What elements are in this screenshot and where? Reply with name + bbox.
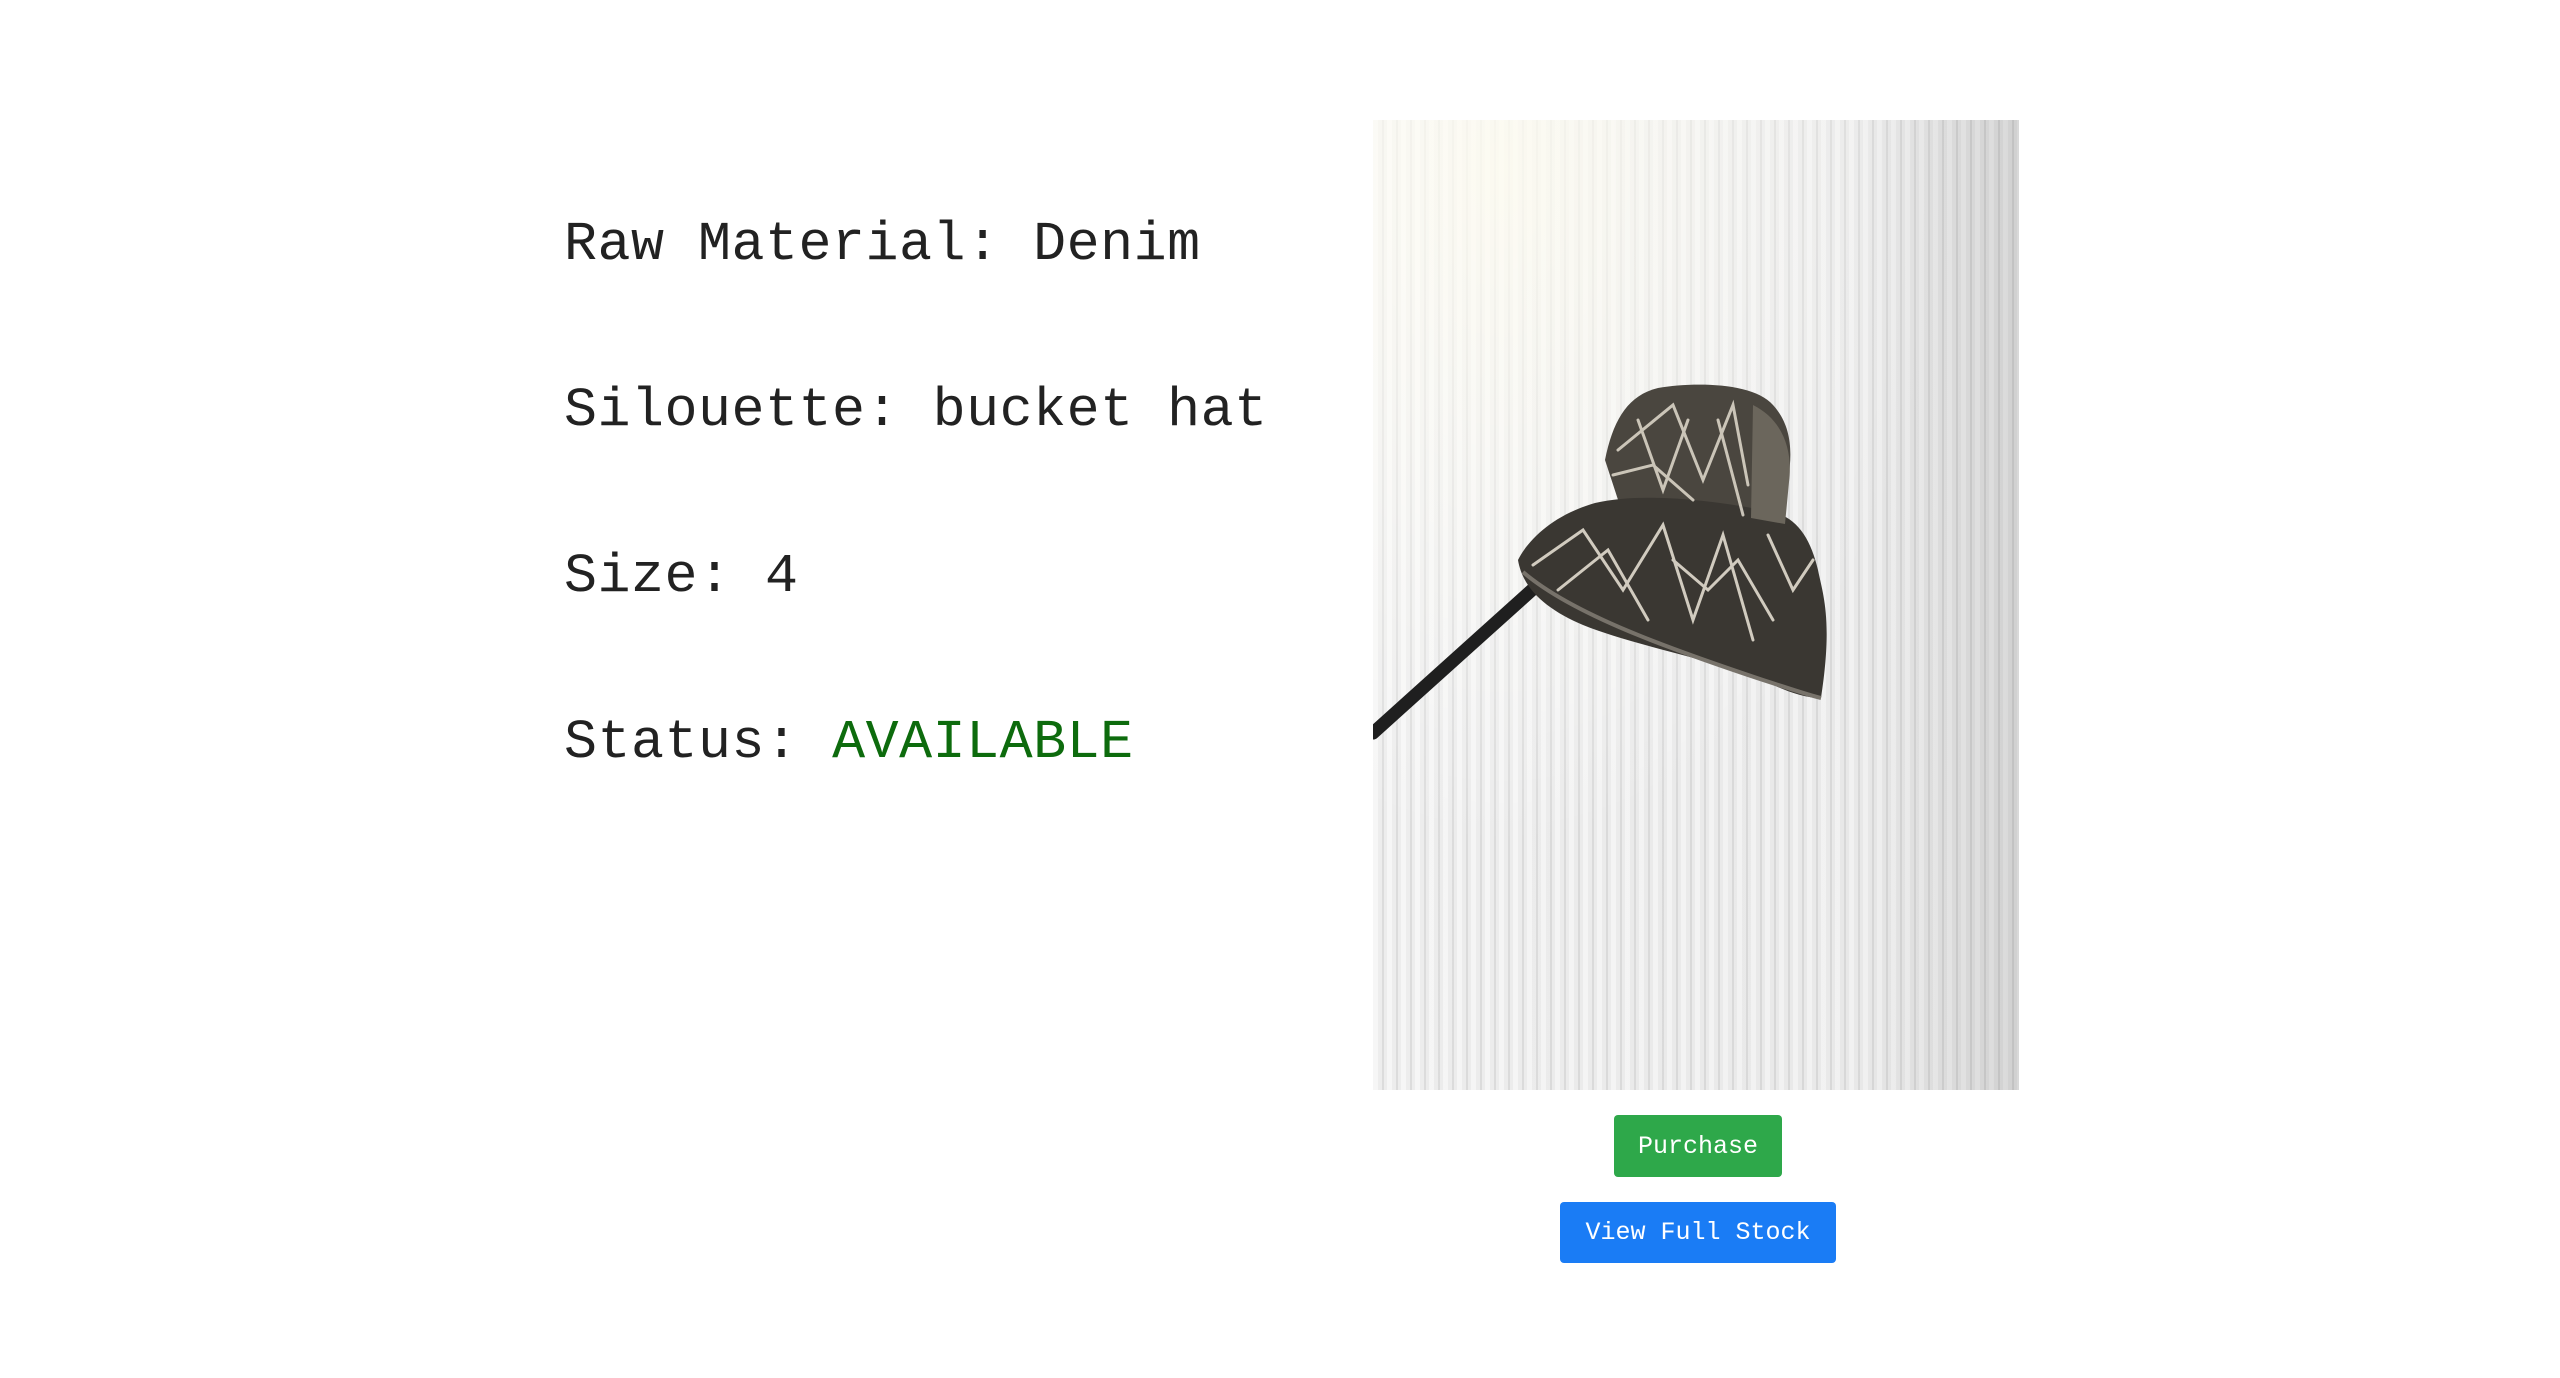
silhouette-label: Silouette: [564, 379, 900, 442]
silhouette-line: Silouette: bucket hat [564, 378, 1268, 444]
size-value: 4 [765, 545, 799, 608]
size-label: Size: [564, 545, 732, 608]
raw-material-line: Raw Material: Denim [564, 212, 1201, 278]
view-full-stock-button[interactable]: View Full Stock [1560, 1202, 1836, 1263]
silhouette-value: bucket hat [932, 379, 1268, 442]
size-line: Size: 4 [564, 544, 799, 610]
raw-material-value: Denim [1033, 213, 1201, 276]
raw-material-label: Raw Material: [564, 213, 1000, 276]
status-value: AVAILABLE [832, 711, 1134, 774]
status-label: Status: [564, 711, 799, 774]
status-line: Status: AVAILABLE [564, 710, 1134, 776]
product-photo [1373, 120, 2019, 1090]
purchase-button[interactable]: Purchase [1614, 1115, 1782, 1177]
